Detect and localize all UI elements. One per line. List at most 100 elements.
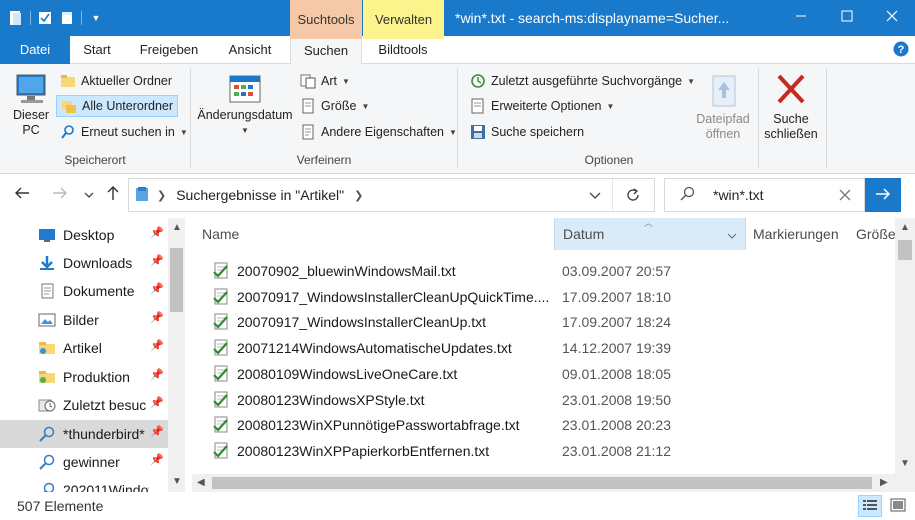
file-row[interactable]: 20080123WinXPunnötigePasswortabfrage.txt… (192, 413, 892, 438)
new-folder-icon[interactable] (59, 9, 75, 27)
andere-eigenschaften-button[interactable]: Andere Eigenschaften ▼ (296, 121, 461, 143)
andere-eigenschaften-label: Andere Eigenschaften (321, 125, 445, 139)
horizontal-scrollbar[interactable]: ◀ ▶ (192, 474, 895, 492)
nav-item-artikel[interactable]: Artikel 📌 (0, 334, 168, 362)
pin-icon[interactable]: 📌 (150, 396, 164, 409)
breadcrumb-separator-icon[interactable]: ❯ (157, 189, 166, 202)
column-filter-icon[interactable] (727, 227, 737, 243)
pin-icon[interactable]: 📌 (150, 453, 164, 466)
column-header-name[interactable]: Name (202, 218, 552, 250)
refresh-icon[interactable] (625, 187, 641, 206)
recent-locations-button[interactable] (80, 175, 98, 215)
scroll-left-icon[interactable]: ◀ (197, 477, 205, 488)
pin-icon[interactable]: 📌 (150, 368, 164, 381)
tab-bildtools[interactable]: Bildtools (366, 36, 440, 64)
nav-item-bilder[interactable]: Bilder 📌 (0, 306, 168, 334)
quick-access-toolbar: ▼ (8, 9, 104, 27)
pin-icon[interactable]: 📌 (150, 311, 164, 324)
erweiterte-optionen-button[interactable]: Erweiterte Optionen ▼ (466, 95, 618, 117)
nav-scroll-thumb[interactable] (170, 248, 183, 312)
text-file-icon (212, 442, 230, 460)
search-results-icon (135, 186, 149, 205)
pin-icon[interactable]: 📌 (150, 254, 164, 267)
alle-unterordner-button[interactable]: Alle Unterordner (56, 95, 179, 117)
back-button[interactable] (8, 175, 36, 215)
nav-item-dokumente[interactable]: Dokumente 📌 (0, 277, 168, 305)
address-dropdown-icon[interactable] (589, 189, 601, 204)
recent-searches-icon (470, 73, 486, 89)
file-row[interactable]: 20070902_bluewinWindowsMail.txt 03.09.200… (192, 259, 892, 284)
pin-icon[interactable]: 📌 (150, 339, 164, 352)
file-row[interactable]: 20080123WinXPPapierkorbEntfernen.txt 23.0… (192, 439, 892, 464)
tab-freigeben[interactable]: Freigeben (136, 36, 202, 64)
zuletzt-suchvorgaenge-button[interactable]: Zuletzt ausgeführte Suchvorgänge ▼ (466, 70, 699, 92)
scroll-up-icon[interactable]: ▲ (900, 222, 910, 233)
text-file-icon (212, 339, 230, 357)
search-input[interactable]: *win*.txt (713, 187, 764, 203)
scroll-up-icon[interactable]: ▲ (172, 222, 182, 233)
column-header-datum[interactable]: Datum ︿ (554, 218, 746, 250)
suche-speichern-button[interactable]: Suche speichern (466, 121, 588, 143)
nav-item-label: Produktion (63, 369, 130, 385)
file-row[interactable]: 20070917_WindowsInstallerCleanUpQuickTim… (192, 285, 892, 310)
tab-datei[interactable]: Datei (0, 36, 70, 64)
clear-search-icon[interactable] (838, 188, 852, 205)
large-icons-view-button[interactable] (886, 495, 910, 517)
aktueller-ordner-button[interactable]: Aktueller Ordner (56, 70, 176, 92)
suche-schliessen-button[interactable]: Suche schließen (760, 72, 822, 142)
art-button[interactable]: Art ▼ (296, 70, 354, 92)
file-row[interactable]: 20071214WindowsAutomatischeUpdates.txt 14… (192, 336, 892, 361)
help-icon[interactable]: ? (893, 41, 909, 60)
tab-ansicht[interactable]: Ansicht (224, 36, 276, 64)
properties-icon[interactable] (37, 9, 53, 27)
horizontal-scroll-thumb[interactable] (212, 477, 872, 489)
tab-suchen[interactable]: Suchen (290, 36, 362, 65)
column-header-markierungen[interactable]: Markierungen (753, 218, 853, 250)
scroll-down-icon[interactable]: ▼ (172, 476, 182, 487)
pin-icon[interactable]: 📌 (150, 425, 164, 438)
customize-toolbar-icon[interactable]: ▼ (88, 9, 104, 27)
pin-icon[interactable]: 📌 (150, 226, 164, 239)
nav-item-label: *thunderbird* (63, 426, 145, 442)
close-button[interactable] (869, 0, 915, 36)
file-row[interactable]: 20070917_WindowsInstallerCleanUp.txt 17.0… (192, 310, 892, 335)
scroll-down-icon[interactable]: ▼ (900, 458, 910, 469)
breadcrumb-separator-icon[interactable]: ❯ (354, 189, 363, 202)
folder-icon (60, 73, 76, 89)
groesse-label: Größe (321, 99, 357, 113)
nav-item-202011windows-search[interactable]: 202011Windows (0, 476, 168, 492)
file-row[interactable]: 20080109WindowsLiveOneCare.txt 09.01.2008… (192, 362, 892, 387)
groesse-button[interactable]: Größe ▼ (296, 95, 373, 117)
dateipfad-oeffnen-button[interactable]: Dateipfad öffnen (693, 72, 753, 142)
nav-item-downloads[interactable]: Downloads 📌 (0, 249, 168, 277)
column-header-groesse[interactable]: Größe (856, 218, 896, 250)
scroll-right-icon[interactable]: ▶ (880, 477, 888, 488)
aenderungsdatum-button[interactable]: Änderungsdatum ▼ (196, 72, 294, 138)
nav-item-gewinner-search[interactable]: gewinner 📌 (0, 448, 168, 476)
search-go-button[interactable] (865, 178, 901, 212)
search-box[interactable]: *win*.txt (664, 178, 865, 212)
search-folder-icon (60, 124, 76, 140)
dieser-pc-button[interactable]: Dieser PC (8, 72, 54, 138)
file-list-scrollbar[interactable]: ▲ ▼ (895, 218, 915, 474)
text-file-icon (212, 262, 230, 280)
minimize-button[interactable] (778, 0, 824, 36)
forward-button[interactable] (46, 175, 74, 215)
nav-item-thunderbird-search[interactable]: *thunderbird* 📌 (0, 420, 168, 448)
breadcrumb[interactable]: Suchergebnisse in "Artikel" (176, 187, 344, 203)
nav-item-zuletzt-besucht[interactable]: Zuletzt besuc 📌 (0, 391, 168, 419)
nav-item-label: Zuletzt besuc (63, 397, 147, 413)
nav-item-desktop[interactable]: Desktop 📌 (0, 221, 168, 249)
suche-schliessen-label-2: schließen (764, 127, 818, 141)
tab-start[interactable]: Start (80, 36, 114, 64)
file-row[interactable]: 20080123WindowsXPStyle.txt 23.01.2008 19:… (192, 388, 892, 413)
erneut-suchen-button[interactable]: Erneut suchen in ▼ (56, 121, 192, 143)
details-view-button[interactable] (858, 495, 882, 517)
file-scroll-thumb[interactable] (898, 240, 912, 260)
maximize-button[interactable] (824, 0, 870, 36)
nav-scrollbar[interactable]: ▲ ▼ (168, 218, 185, 492)
address-bar[interactable]: ❯ Suchergebnisse in "Artikel" ❯ (128, 178, 655, 212)
nav-item-produktion[interactable]: Produktion 📌 (0, 363, 168, 391)
pin-icon[interactable]: 📌 (150, 282, 164, 295)
up-button[interactable] (102, 175, 124, 215)
